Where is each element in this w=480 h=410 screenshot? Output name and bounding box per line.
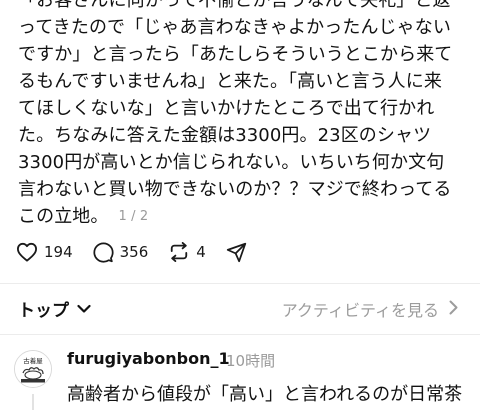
avatar-logo: 古着屋 xyxy=(15,351,51,387)
reply-timestamp: 10時間 xyxy=(226,352,276,370)
repost-icon xyxy=(168,242,190,262)
replies-sort-row: トップ アクティビティを見る xyxy=(0,290,480,324)
reply-button[interactable]: 356 xyxy=(93,241,149,263)
post-text-line: るもんですいませんね」と来た。「高いと言う人に来 xyxy=(18,71,442,92)
repost-count: 4 xyxy=(196,243,206,261)
post-text-line: ってきたので「じゃあ言わなきゃよかったんじゃない xyxy=(18,17,451,38)
reply-text: 高齢者から値段が「高い」と言われるのが日常茶 xyxy=(67,384,463,405)
post-text-line-last: この立地。 1 / 2 xyxy=(18,203,473,230)
like-button[interactable]: 194 xyxy=(16,242,73,262)
section-divider xyxy=(0,283,480,284)
thread-page: 「お客さんに向かって不愉とか言うなんて失礼」と返 ってきたので「じゃあ言わなきゃ… xyxy=(0,0,480,410)
post-text-end: この立地。 xyxy=(18,206,109,227)
chevron-down-icon xyxy=(69,299,91,319)
view-activity-link[interactable]: アクティビティを見る xyxy=(282,297,458,321)
post-text-line: 「お客さんに向かって不愉とか言うなんて失礼」と返 xyxy=(18,0,451,11)
share-button[interactable] xyxy=(226,242,247,263)
sort-dropdown[interactable]: トップ xyxy=(18,296,91,321)
reply-username[interactable]: furugiyabonbon_1 xyxy=(67,349,230,368)
comments-divider xyxy=(0,334,480,335)
post-text-line: 言わないと買い物できないのか？？マジで終わってる xyxy=(18,179,452,200)
page-indicator: 1 / 2 xyxy=(118,209,149,224)
thread-line xyxy=(32,394,34,410)
reply-item[interactable]: 古着屋 furugiyabonbon_1 10時間 高齢者から値段が「高い」と言… xyxy=(0,336,480,410)
sort-label: トップ xyxy=(18,301,69,321)
repost-button[interactable]: 4 xyxy=(168,242,206,262)
reply-count: 356 xyxy=(119,243,149,261)
post-body: 「お客さんに向かって不愉とか言うなんて失礼」と返 ってきたので「じゃあ言わなきゃ… xyxy=(18,0,473,230)
post-text-line: た。ちなみに答えた金額は3300円。23区のシャツ xyxy=(18,125,432,146)
comment-icon xyxy=(93,241,114,263)
post-text-line: ですか」と言ったら「あたしらそういうとこから来て xyxy=(18,44,453,65)
post-text-line: てほしくないな」と言いかけたところで出て行かれ xyxy=(18,98,435,119)
avatar-brand-text: 古着屋 xyxy=(23,356,43,365)
post-actions: 194 356 4 xyxy=(16,238,267,266)
post-text-line: 3300円が高いとか信じられない。いちいち何か文句 xyxy=(18,152,445,173)
like-count: 194 xyxy=(44,243,73,261)
activity-link-label: アクティビティを見る xyxy=(281,301,439,320)
chevron-right-icon xyxy=(439,300,458,319)
send-icon xyxy=(226,242,247,263)
avatar[interactable]: 古着屋 xyxy=(14,350,52,388)
heart-icon xyxy=(16,242,38,262)
